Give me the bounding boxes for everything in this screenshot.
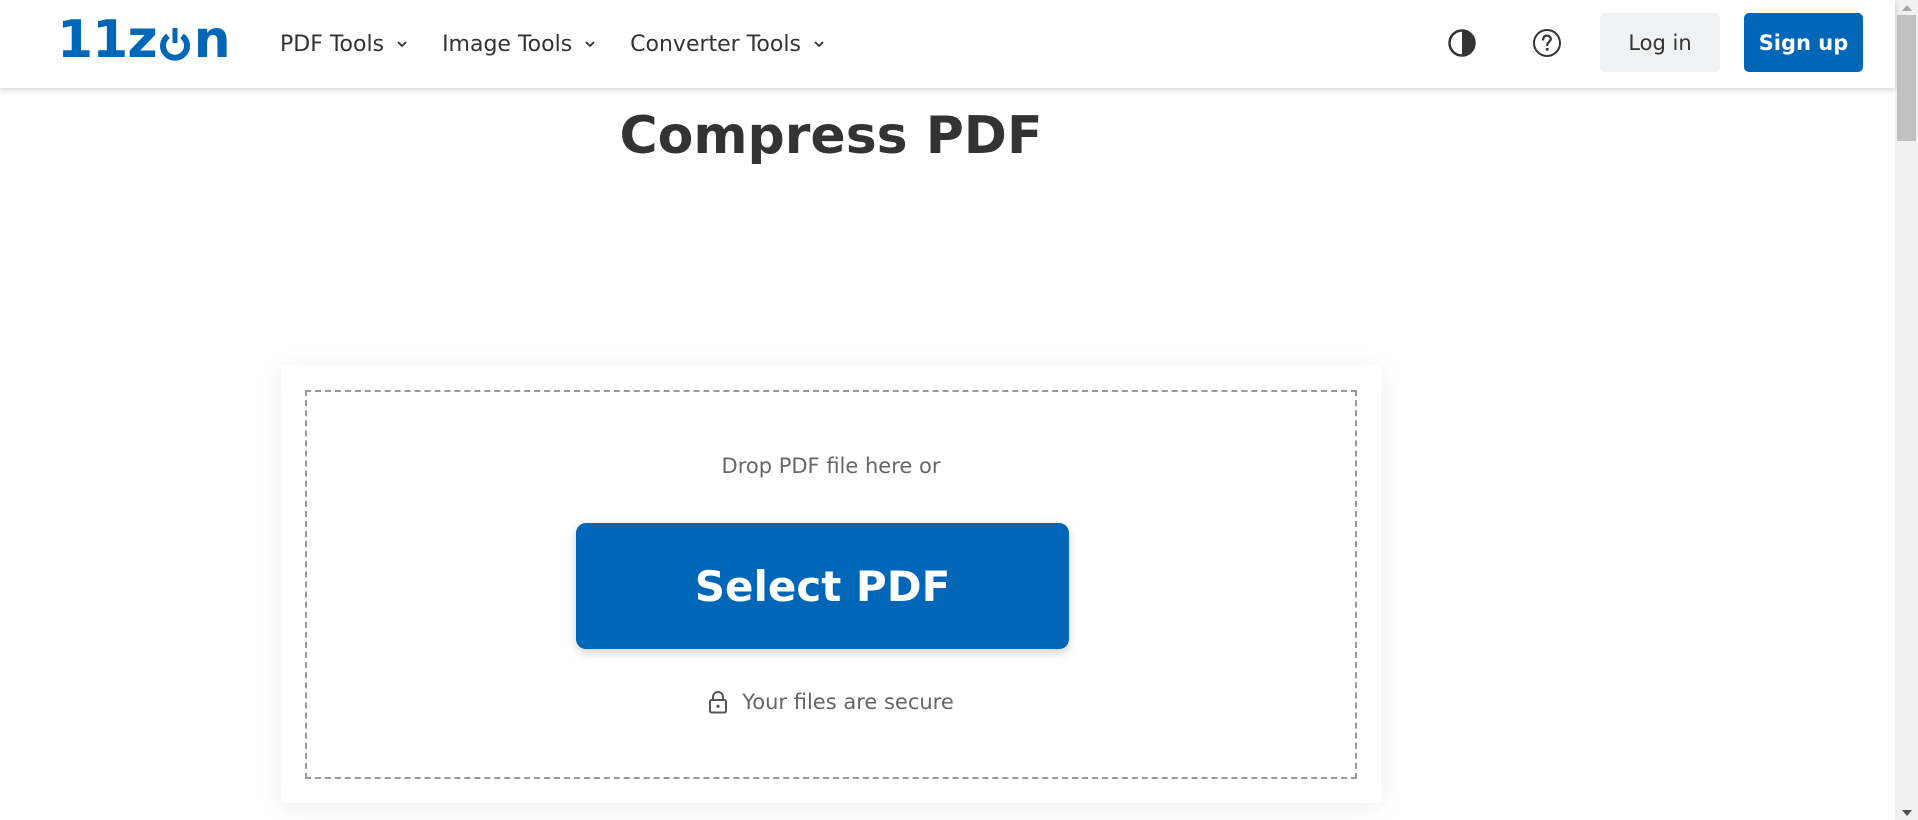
- lock-icon: [708, 690, 728, 714]
- vertical-scrollbar[interactable]: [1895, 0, 1918, 820]
- drop-instructions: Drop PDF file here or: [721, 454, 941, 478]
- nav-label: PDF Tools: [280, 31, 385, 57]
- secure-notice: Your files are secure: [307, 690, 1355, 714]
- chevron-down-icon: [584, 38, 596, 50]
- contrast-icon: [1447, 28, 1477, 58]
- login-button[interactable]: Log in: [1600, 13, 1720, 72]
- nav-pdf-tools[interactable]: PDF Tools: [280, 32, 408, 57]
- power-icon: [158, 27, 192, 61]
- logo-text-prefix: 11z: [57, 10, 158, 70]
- nav-image-tools[interactable]: Image Tools: [442, 32, 596, 57]
- theme-toggle-button[interactable]: [1447, 28, 1477, 58]
- logo-text-suffix: n: [193, 10, 231, 70]
- help-button[interactable]: [1532, 28, 1562, 58]
- main-nav: PDF Tools Image Tools Converter Tools: [280, 0, 859, 88]
- scroll-down-arrow-icon[interactable]: [1895, 805, 1918, 820]
- scroll-up-arrow-icon[interactable]: [1895, 0, 1918, 15]
- site-header: 11z n PDF Tools Image Tools Converter To…: [0, 0, 1895, 88]
- help-circle-icon: [1532, 28, 1562, 58]
- page-title: Compress PDF: [619, 106, 1043, 166]
- signup-button[interactable]: Sign up: [1744, 13, 1863, 72]
- chevron-down-icon: [813, 38, 825, 50]
- file-dropzone[interactable]: Drop PDF file here or Select PDF Your fi…: [305, 390, 1357, 779]
- select-pdf-button[interactable]: Select PDF: [576, 523, 1069, 649]
- nav-label: Image Tools: [442, 31, 573, 57]
- upload-card: Drop PDF file here or Select PDF Your fi…: [281, 365, 1381, 803]
- chevron-down-icon: [396, 38, 408, 50]
- nav-label: Converter Tools: [630, 31, 801, 57]
- logo-link[interactable]: 11z n: [57, 10, 231, 70]
- nav-converter-tools[interactable]: Converter Tools: [630, 32, 825, 57]
- scrollbar-thumb[interactable]: [1897, 15, 1916, 141]
- secure-text: Your files are secure: [742, 690, 954, 714]
